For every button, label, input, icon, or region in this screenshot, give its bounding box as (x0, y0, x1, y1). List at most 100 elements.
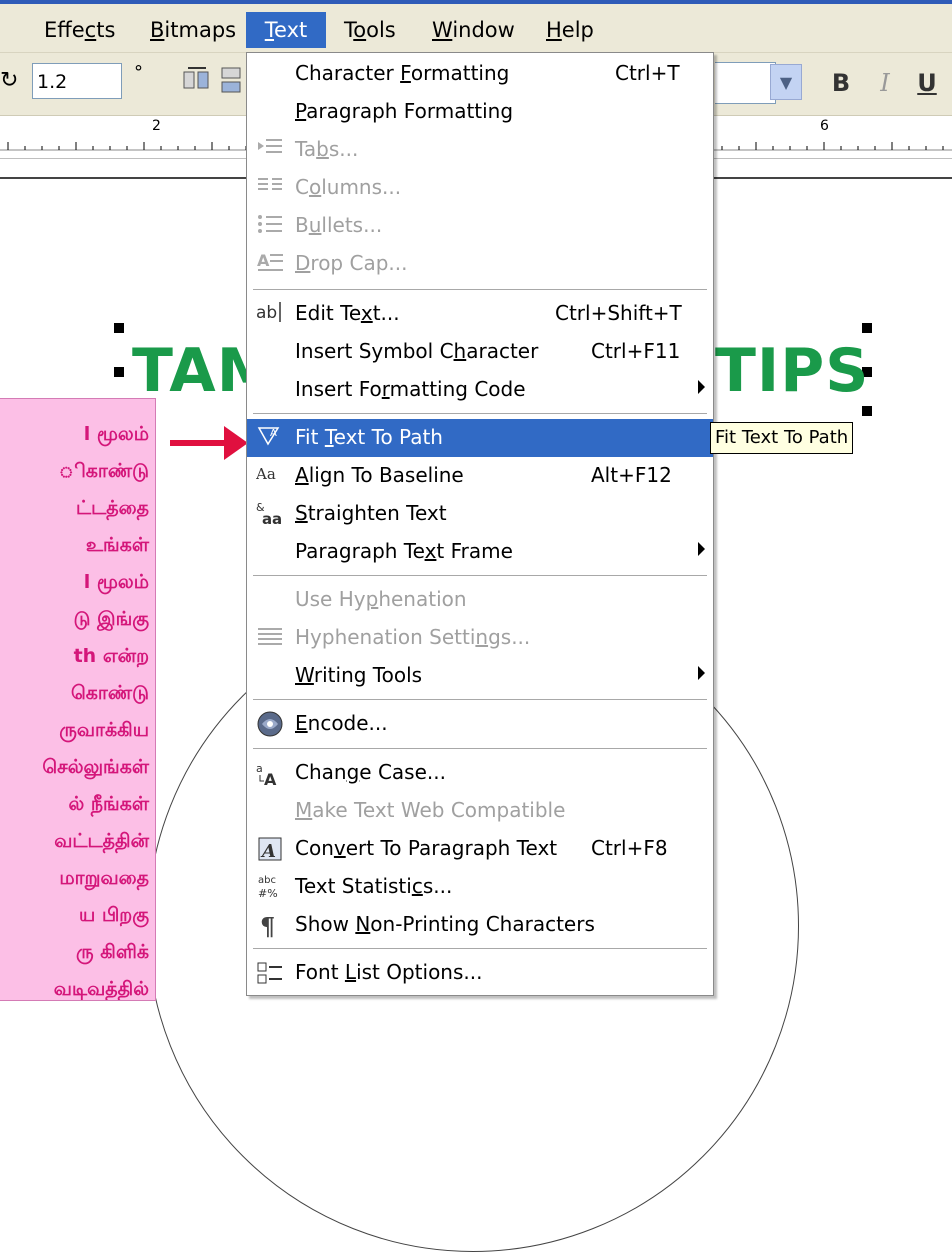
edit-text-icon: ab (255, 300, 285, 328)
text-menu-dropdown: Character Formatting Ctrl+T Paragraph Form… (246, 52, 714, 996)
menu-item-change-case[interactable]: a A Change Case... (247, 754, 713, 792)
menu-item-straighten-text[interactable]: & a a Straighten Text (247, 495, 713, 533)
menu-item-make-text-web-compatible: Make Text Web Compatible (247, 792, 713, 830)
menu-item-label: Show Non-Printing Characters (295, 912, 595, 936)
menu-item-shortcut: Ctrl+Shift+T (555, 301, 682, 325)
chevron-down-icon[interactable]: ▼ (770, 64, 802, 100)
menu-item-paragraph-formatting[interactable]: Paragraph Formatting (247, 93, 713, 131)
menu-item-label: Writing Tools (295, 663, 423, 687)
selection-handle[interactable] (114, 367, 124, 377)
menu-item-label: Encode... (295, 711, 388, 735)
menu-item-paragraph-text-frame[interactable]: Paragraph Text Frame (247, 533, 713, 571)
tamil-note-box: l மூலம்ிகாண்டு ட்டத்தை உங்கள் l மூலம் டு இங்… (0, 398, 156, 1001)
straighten-text-icon: & a a (255, 500, 285, 528)
tamil-text-line: டு இங்கு (73, 608, 149, 630)
menu-item-show-non-printing-characters[interactable]: ¶ Show Non-Printing Characters (247, 906, 713, 944)
menu-item-drop-cap: A Drop Cap... (247, 245, 713, 283)
menu-item-encode[interactable]: Encode... (247, 705, 713, 743)
bold-button[interactable]: B (826, 66, 856, 100)
menu-item-label: Straighten Text (295, 501, 447, 525)
tamil-text-line: உங்கள் (85, 534, 149, 556)
menu-tools[interactable]: Tools (336, 12, 404, 48)
fit-text-to-path-icon: A (255, 424, 285, 452)
tamil-text-line: கொண்டு (70, 682, 149, 704)
svg-text:a: a (256, 762, 263, 775)
encode-icon (255, 710, 285, 738)
drop-cap-icon: A (255, 250, 285, 278)
menu-help[interactable]: Help (538, 12, 602, 48)
hyphenation-settings-icon (255, 624, 285, 652)
menu-separator (253, 289, 707, 291)
font-size-dropdown[interactable] (715, 62, 776, 104)
menu-item-label: Character Formatting (295, 61, 510, 85)
selection-handle[interactable] (862, 323, 872, 333)
svg-text:A: A (260, 841, 276, 862)
menu-separator (253, 948, 707, 950)
menu-item-writing-tools[interactable]: Writing Tools (247, 657, 713, 695)
mirror-vertical-icon[interactable] (218, 64, 246, 98)
tamil-text-line: ிகாண்டு (58, 460, 149, 482)
menu-bitmaps[interactable]: Bitmaps (142, 12, 244, 48)
menu-item-label: Tabs... (295, 137, 359, 161)
menu-item-columns: Columns... (247, 169, 713, 207)
menu-effects[interactable]: Effects (36, 12, 123, 48)
convert-paragraph-icon: A (255, 835, 285, 863)
svg-text:abc: abc (258, 875, 276, 886)
menu-item-label: Fit Text To Path (295, 425, 443, 449)
menu-item-use-hyphenation: Use Hyphenation (247, 581, 713, 619)
menu-item-label: Paragraph Formatting (295, 99, 514, 123)
menu-separator (253, 699, 707, 701)
menu-item-label: Text Statistics... (295, 874, 453, 898)
tamil-text-line: ருவாக்கிய (59, 719, 149, 741)
font-list-icon (255, 959, 285, 987)
mirror-horizontal-icon[interactable] (180, 64, 214, 98)
menu-item-convert-to-paragraph-text[interactable]: A Convert To Paragraph Text Ctrl+F8 (247, 830, 713, 868)
degree-label: ° (134, 62, 143, 83)
tamil-text-line: ல் நீங்கள் (68, 793, 150, 815)
tamil-text-line: செல்லுங்கள் (42, 756, 149, 778)
menu-item-label: Insert Symbol Character (295, 339, 539, 363)
selection-handle[interactable] (862, 406, 872, 416)
menu-item-fit-text-to-path[interactable]: A Fit Text To Path (247, 419, 713, 457)
columns-icon (255, 174, 285, 202)
menu-item-character-formatting[interactable]: Character Formatting Ctrl+T (247, 55, 713, 93)
menu-item-label: Bullets... (295, 213, 383, 237)
menu-item-label: Insert Formatting Code (295, 377, 526, 401)
menu-item-text-statistics[interactable]: abc #% Text Statistics... (247, 868, 713, 906)
svg-text:A: A (257, 251, 270, 270)
bullets-icon (255, 212, 285, 240)
ruler-label-2: 2 (152, 118, 161, 134)
tabs-icon (255, 136, 285, 164)
menu-window[interactable]: Window (424, 12, 523, 48)
underline-button[interactable]: U (912, 66, 942, 100)
menu-item-edit-text[interactable]: ab Edit Text... Ctrl+Shift+T (247, 295, 713, 333)
menu-item-label: Edit Text... (295, 301, 400, 325)
svg-text:a: a (262, 510, 272, 526)
submenu-arrow-icon (698, 542, 705, 556)
submenu-arrow-icon (698, 380, 705, 394)
italic-button[interactable]: I (870, 66, 900, 100)
menu-item-label: Convert To Paragraph Text (295, 836, 558, 860)
svg-text:ab: ab (256, 303, 277, 323)
menu-text[interactable]: Text (246, 12, 326, 48)
selection-handle[interactable] (114, 323, 124, 333)
artistic-text-right[interactable]: TIPS (715, 336, 869, 406)
text-statistics-icon: abc #% (255, 873, 285, 901)
tamil-text-line: வட்டத்தின் (54, 830, 149, 852)
menu-item-label: Drop Cap... (295, 251, 408, 275)
menu-separator (253, 748, 707, 750)
svg-text:#%: #% (258, 887, 278, 900)
menu-item-align-to-baseline[interactable]: Aa Align To Baseline Alt+F12 (247, 457, 713, 495)
tamil-text-line: ரு கிளிக் (76, 941, 149, 963)
menu-item-label: Hyphenation Settings... (295, 625, 531, 649)
rotation-input[interactable]: 1.2 (32, 63, 122, 99)
menu-item-shortcut: Ctrl+F8 (591, 836, 668, 860)
menu-item-insert-formatting-code[interactable]: Insert Formatting Code (247, 371, 713, 409)
menu-item-shortcut: Ctrl+F11 (591, 339, 681, 363)
tamil-text-line: th என்ற (73, 645, 149, 667)
menu-separator (253, 575, 707, 577)
menu-item-label: Paragraph Text Frame (295, 539, 513, 563)
menu-item-font-list-options[interactable]: Font List Options... (247, 954, 713, 992)
menu-bar: Effects Bitmaps Text Tools Window Help (0, 4, 952, 53)
menu-item-insert-symbol-character[interactable]: Insert Symbol Character Ctrl+F11 (247, 333, 713, 371)
